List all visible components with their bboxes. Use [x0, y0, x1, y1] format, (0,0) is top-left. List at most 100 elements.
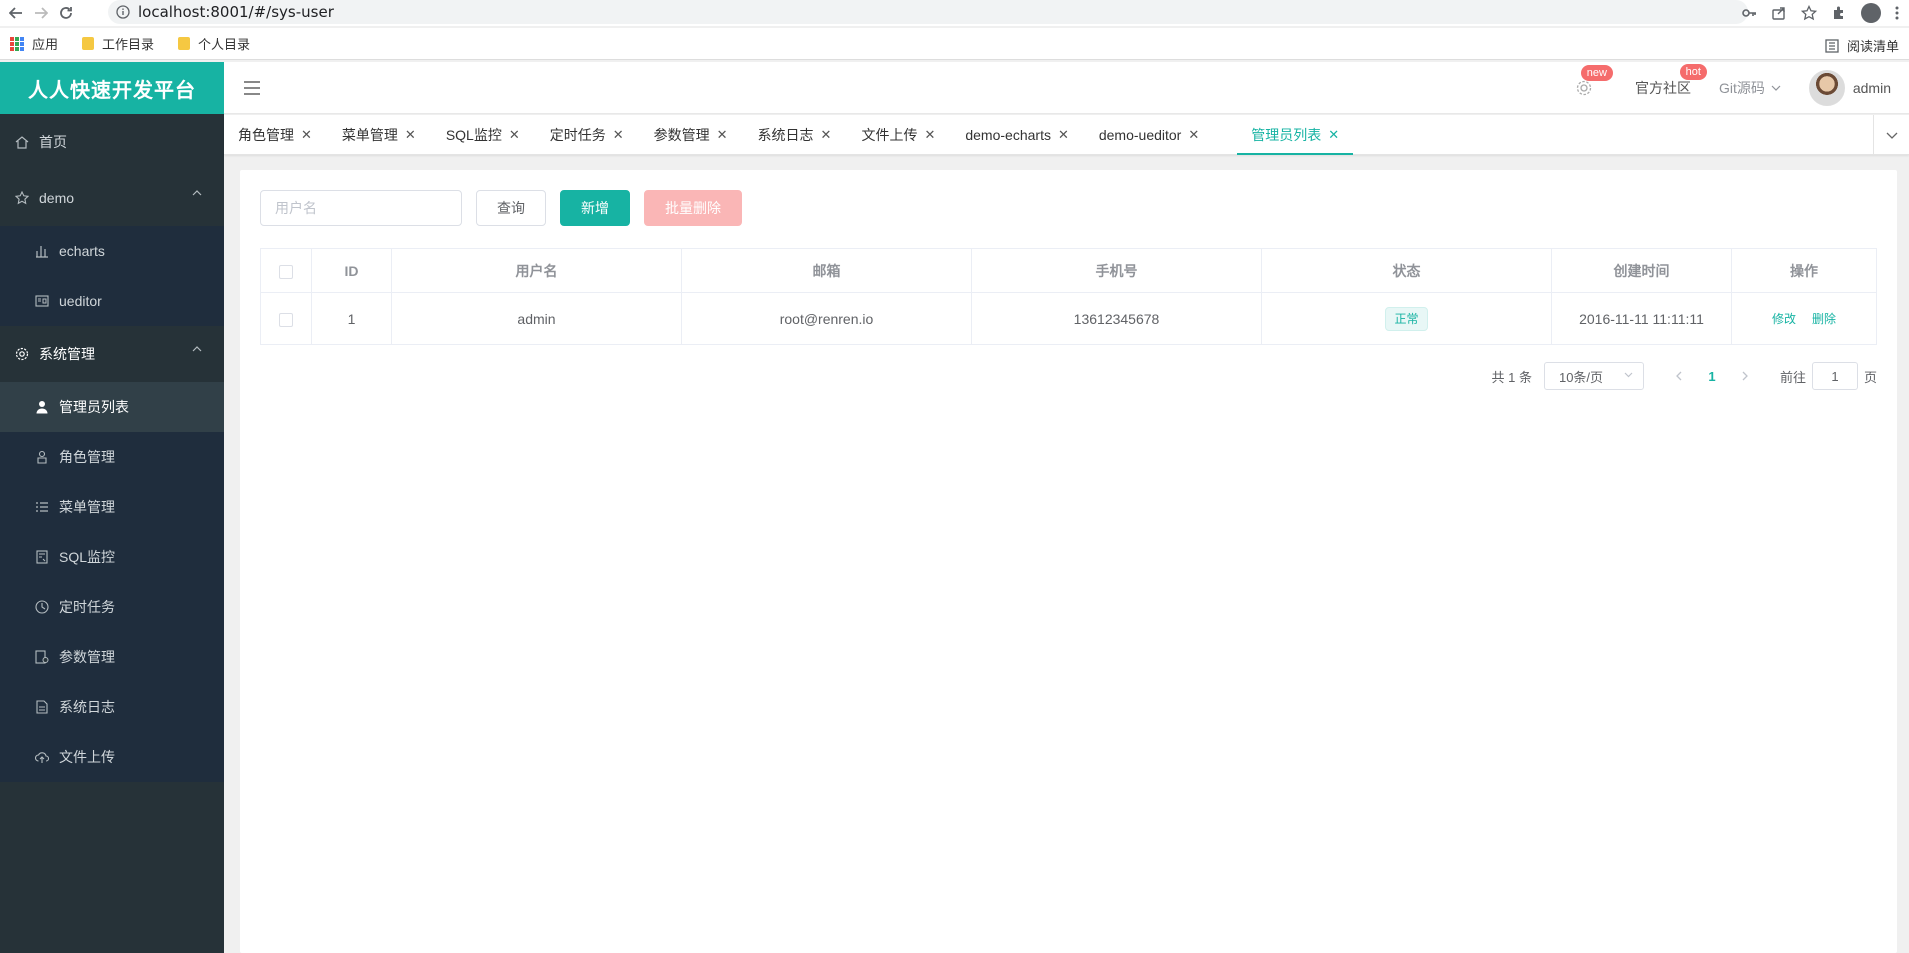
more-menu-icon[interactable]	[1895, 5, 1899, 21]
bookmark-work-folder[interactable]: 工作目录	[82, 34, 154, 53]
sidebar-item-sql[interactable]: SQL监控	[0, 532, 224, 582]
query-button[interactable]: 查询	[476, 190, 546, 226]
username-search-input[interactable]	[260, 190, 462, 226]
batch-delete-button[interactable]: 批量删除	[644, 190, 742, 226]
tab-demo-ueditor[interactable]: demo-ueditor ✕	[1085, 115, 1213, 155]
close-icon[interactable]: ✕	[301, 127, 312, 143]
tab-menu[interactable]: 菜单管理 ✕	[328, 115, 430, 155]
url-text: localhost:8001/#/sys-user	[138, 3, 334, 21]
tab-admin-list[interactable]: 管理员列表 ✕	[1237, 115, 1354, 155]
monitor-icon	[35, 550, 49, 564]
reading-list[interactable]: 阅读清单	[1825, 36, 1899, 55]
sidebar-item-upload[interactable]: 文件上传	[0, 732, 224, 782]
close-icon[interactable]: ✕	[821, 127, 832, 143]
sidebar-item-params[interactable]: 参数管理	[0, 632, 224, 682]
close-icon[interactable]: ✕	[924, 127, 935, 143]
bar-chart-icon	[35, 244, 49, 258]
community-label: 官方社区	[1634, 80, 1691, 96]
close-icon[interactable]: ✕	[1188, 127, 1199, 143]
hamburger-icon[interactable]	[244, 81, 260, 95]
tab-menu-dropdown[interactable]	[1873, 115, 1909, 155]
back-icon[interactable]	[7, 4, 25, 22]
tab-bar: 角色管理 ✕ 菜单管理 ✕ SQL监控 ✕ 定时任务 ✕ 参数管理 ✕ 系统日志 ✕ 文件上…	[224, 115, 1909, 155]
tab-upload[interactable]: 文件上传 ✕	[847, 115, 949, 155]
sidebar-item-system[interactable]: 系统管理	[0, 326, 224, 382]
close-icon[interactable]: ✕	[613, 127, 624, 143]
sidebar-item-label: 定时任务	[59, 599, 115, 615]
params-icon	[35, 650, 49, 664]
forward-icon[interactable]	[32, 4, 50, 22]
add-button[interactable]: 新增	[560, 190, 630, 226]
sidebar-item-log[interactable]: 系统日志	[0, 682, 224, 732]
user-menu[interactable]: admin	[1808, 70, 1909, 106]
tab-label: 角色管理	[238, 127, 294, 143]
row-select-cell	[260, 292, 312, 345]
tab-params[interactable]: 参数管理 ✕	[640, 115, 742, 155]
page-number-current[interactable]: 1	[1694, 369, 1730, 384]
folder-icon	[82, 37, 95, 50]
extensions-icon[interactable]	[1831, 5, 1847, 21]
git-dropdown[interactable]: Git源码	[1719, 78, 1781, 98]
sidebar-item-admin-list[interactable]: 管理员列表	[0, 382, 224, 432]
sidebar-item-label: 参数管理	[59, 649, 115, 665]
delete-link[interactable]: 删除	[1812, 312, 1836, 326]
new-badge: new	[1580, 65, 1613, 81]
chevron-down-icon	[1771, 85, 1781, 91]
pagination-total: 共 1 条	[1491, 369, 1532, 385]
table-row: 1 admin root@renren.io 13612345678 正常 20…	[260, 292, 1877, 345]
sidebar-item-demo[interactable]: demo	[0, 170, 224, 226]
reload-icon[interactable]	[57, 4, 75, 22]
address-bar[interactable]: localhost:8001/#/sys-user	[108, 0, 1748, 24]
close-icon[interactable]: ✕	[717, 127, 728, 143]
row-checkbox[interactable]	[279, 312, 293, 327]
share-icon[interactable]	[1771, 5, 1787, 21]
sidebar-item-label: 菜单管理	[59, 499, 115, 515]
apps-grid-icon	[10, 36, 24, 51]
close-icon[interactable]: ✕	[1058, 127, 1069, 143]
brand-logo[interactable]: 人人快速开发平台	[0, 62, 224, 114]
upload-icon	[35, 750, 49, 764]
next-page-button[interactable]	[1730, 371, 1760, 381]
close-icon[interactable]: ✕	[509, 127, 520, 143]
community-link[interactable]: 官方社区 hot	[1634, 64, 1707, 98]
sidebar-item-label: 首页	[39, 134, 67, 150]
sidebar-item-schedule[interactable]: 定时任务	[0, 582, 224, 632]
tab-log[interactable]: 系统日志 ✕	[744, 115, 846, 155]
sidebar-item-label: 文件上传	[59, 749, 115, 765]
sidebar-item-home[interactable]: 首页	[0, 114, 224, 170]
tab-demo-echarts[interactable]: demo-echarts ✕	[951, 115, 1083, 155]
close-icon[interactable]: ✕	[1328, 127, 1339, 143]
key-icon[interactable]	[1741, 5, 1757, 21]
sidebar-item-ueditor[interactable]: ueditor	[0, 276, 224, 326]
bookmark-label: 个人目录	[198, 37, 251, 52]
tab-role[interactable]: 角色管理 ✕	[224, 115, 326, 155]
goto-suffix: 页	[1863, 369, 1877, 385]
select-all-checkbox[interactable]	[279, 264, 293, 279]
tab-schedule[interactable]: 定时任务 ✕	[536, 115, 638, 155]
editor-icon	[35, 294, 49, 308]
chevron-up-icon	[192, 190, 202, 196]
header-actions: new 官方社区 hot Git源码 admin	[1575, 62, 1909, 114]
menu-list-icon	[35, 500, 49, 514]
bookmark-star-icon[interactable]	[1801, 5, 1817, 21]
settings-button[interactable]: new	[1575, 65, 1613, 97]
sidebar-item-label: ueditor	[59, 293, 102, 309]
avatar	[1808, 70, 1845, 106]
sidebar-item-role[interactable]: 角色管理	[0, 432, 224, 482]
sidebar-item-menu[interactable]: 菜单管理	[0, 482, 224, 532]
goto-page-input[interactable]	[1811, 362, 1858, 390]
sidebar-item-echarts[interactable]: echarts	[0, 226, 224, 276]
tab-sql[interactable]: SQL监控 ✕	[432, 115, 534, 155]
hot-badge: hot	[1679, 64, 1707, 80]
prev-page-button[interactable]	[1664, 371, 1694, 381]
close-icon[interactable]: ✕	[405, 127, 416, 143]
profile-icon[interactable]	[1861, 3, 1881, 23]
select-all-cell	[260, 248, 312, 293]
page-size-select[interactable]: 10条/页	[1543, 362, 1644, 390]
log-icon	[35, 700, 49, 714]
column-header: 操作	[1731, 248, 1877, 293]
bookmark-apps[interactable]: 应用	[10, 34, 58, 53]
bookmark-personal-folder[interactable]: 个人目录	[178, 34, 250, 53]
edit-link[interactable]: 修改	[1772, 312, 1796, 326]
pagination: 共 1 条 10条/页 1 前往 页	[1491, 362, 1877, 390]
